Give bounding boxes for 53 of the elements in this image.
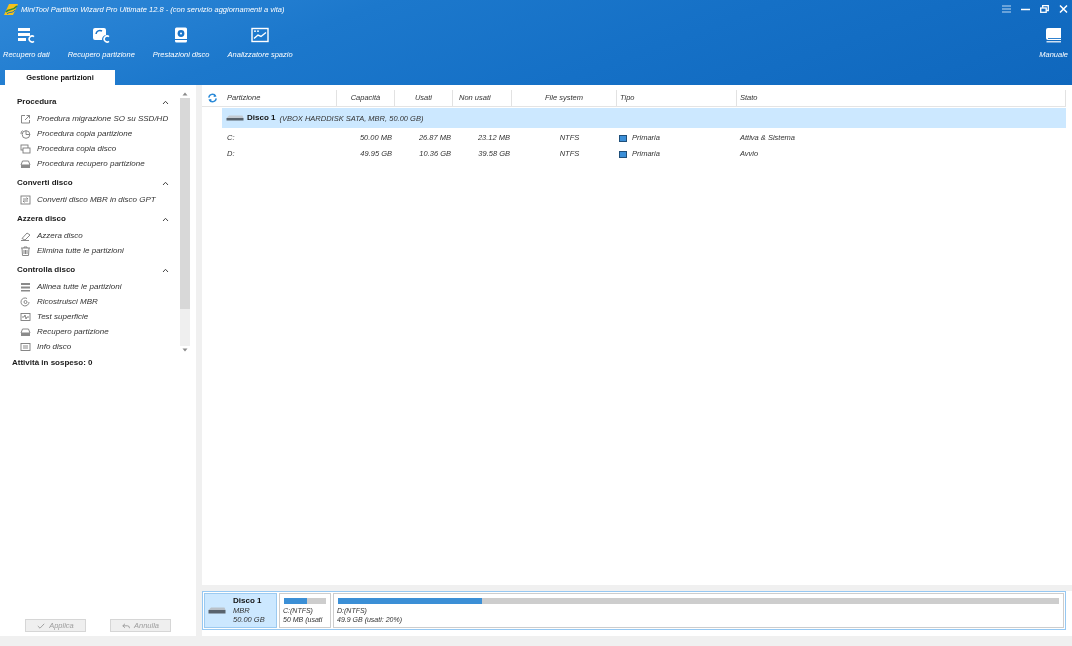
app-logo-icon bbox=[3, 2, 19, 16]
chevron-up-icon[interactable] bbox=[162, 99, 169, 105]
caret-down-icon[interactable] bbox=[182, 348, 188, 352]
sidebar-item[interactable]: Recupero partizione bbox=[0, 324, 180, 339]
square-icon bbox=[619, 134, 627, 142]
sidebar-item[interactable]: Ricostruisci MBR bbox=[0, 294, 180, 309]
disk-name: Disco 1 bbox=[247, 113, 276, 123]
stack-icon bbox=[20, 281, 31, 292]
section-title: Converti disco bbox=[17, 178, 73, 188]
close-icon[interactable] bbox=[1059, 5, 1068, 13]
chevron-up-icon[interactable] bbox=[162, 216, 169, 222]
drive-icon bbox=[226, 115, 244, 121]
chevron-up-icon[interactable] bbox=[162, 180, 169, 186]
drive-icon bbox=[20, 158, 31, 169]
trash-icon bbox=[20, 245, 31, 256]
status-label: Attività in sospeso: 0 bbox=[11, 357, 94, 369]
drive-icon bbox=[20, 326, 31, 337]
pie-chart-icon bbox=[20, 128, 31, 139]
sidebar-item[interactable]: Procedura copia partizione bbox=[0, 126, 180, 141]
refresh-icon[interactable] bbox=[206, 93, 218, 103]
stack-icon bbox=[17, 27, 36, 43]
sidebar-item[interactable]: Allinea tutte le partizioni bbox=[0, 279, 180, 294]
circular-arrow-icon bbox=[20, 296, 31, 307]
sidebar-item[interactable]: Proedura migrazione SO su SSD/HD bbox=[0, 111, 180, 126]
chart-icon bbox=[251, 27, 270, 43]
eraser-icon bbox=[20, 230, 31, 241]
disk-icon bbox=[92, 27, 111, 43]
section-title: Controlla disco bbox=[17, 265, 76, 275]
sidebar-item[interactable]: Elimina tutte le partizioni bbox=[0, 243, 180, 258]
sidebar-item[interactable]: Test superficie bbox=[0, 309, 180, 324]
export-icon bbox=[20, 113, 31, 124]
section-title: Procedura bbox=[17, 97, 57, 107]
copy-icon bbox=[20, 143, 31, 154]
sidebar-item[interactable]: Azzera disco bbox=[0, 228, 180, 243]
book-icon bbox=[1044, 27, 1063, 43]
restore-icon[interactable] bbox=[1040, 5, 1049, 13]
square-icon bbox=[619, 150, 627, 158]
undo-icon bbox=[122, 622, 130, 629]
caret-up-icon[interactable] bbox=[182, 92, 188, 96]
pulse-icon bbox=[20, 311, 31, 322]
disk-label: Disco 1 bbox=[233, 596, 263, 606]
scrollbar-thumb[interactable] bbox=[180, 98, 190, 309]
scrollbar[interactable] bbox=[180, 92, 190, 352]
drive-icon bbox=[208, 607, 226, 614]
convert-icon bbox=[20, 194, 31, 205]
card-icon bbox=[20, 341, 31, 352]
sidebar-item[interactable]: Procedura recupero partizione bbox=[0, 156, 180, 171]
chevron-up-icon[interactable] bbox=[162, 267, 169, 273]
sidebar-item[interactable]: Procedura copia disco bbox=[0, 141, 180, 156]
check-icon bbox=[37, 622, 46, 629]
sidebar-item[interactable]: Info disco bbox=[0, 339, 180, 354]
section-title: Azzera disco bbox=[17, 214, 66, 224]
sidebar-item[interactable]: Converti disco MBR in disco GPT bbox=[0, 192, 180, 207]
